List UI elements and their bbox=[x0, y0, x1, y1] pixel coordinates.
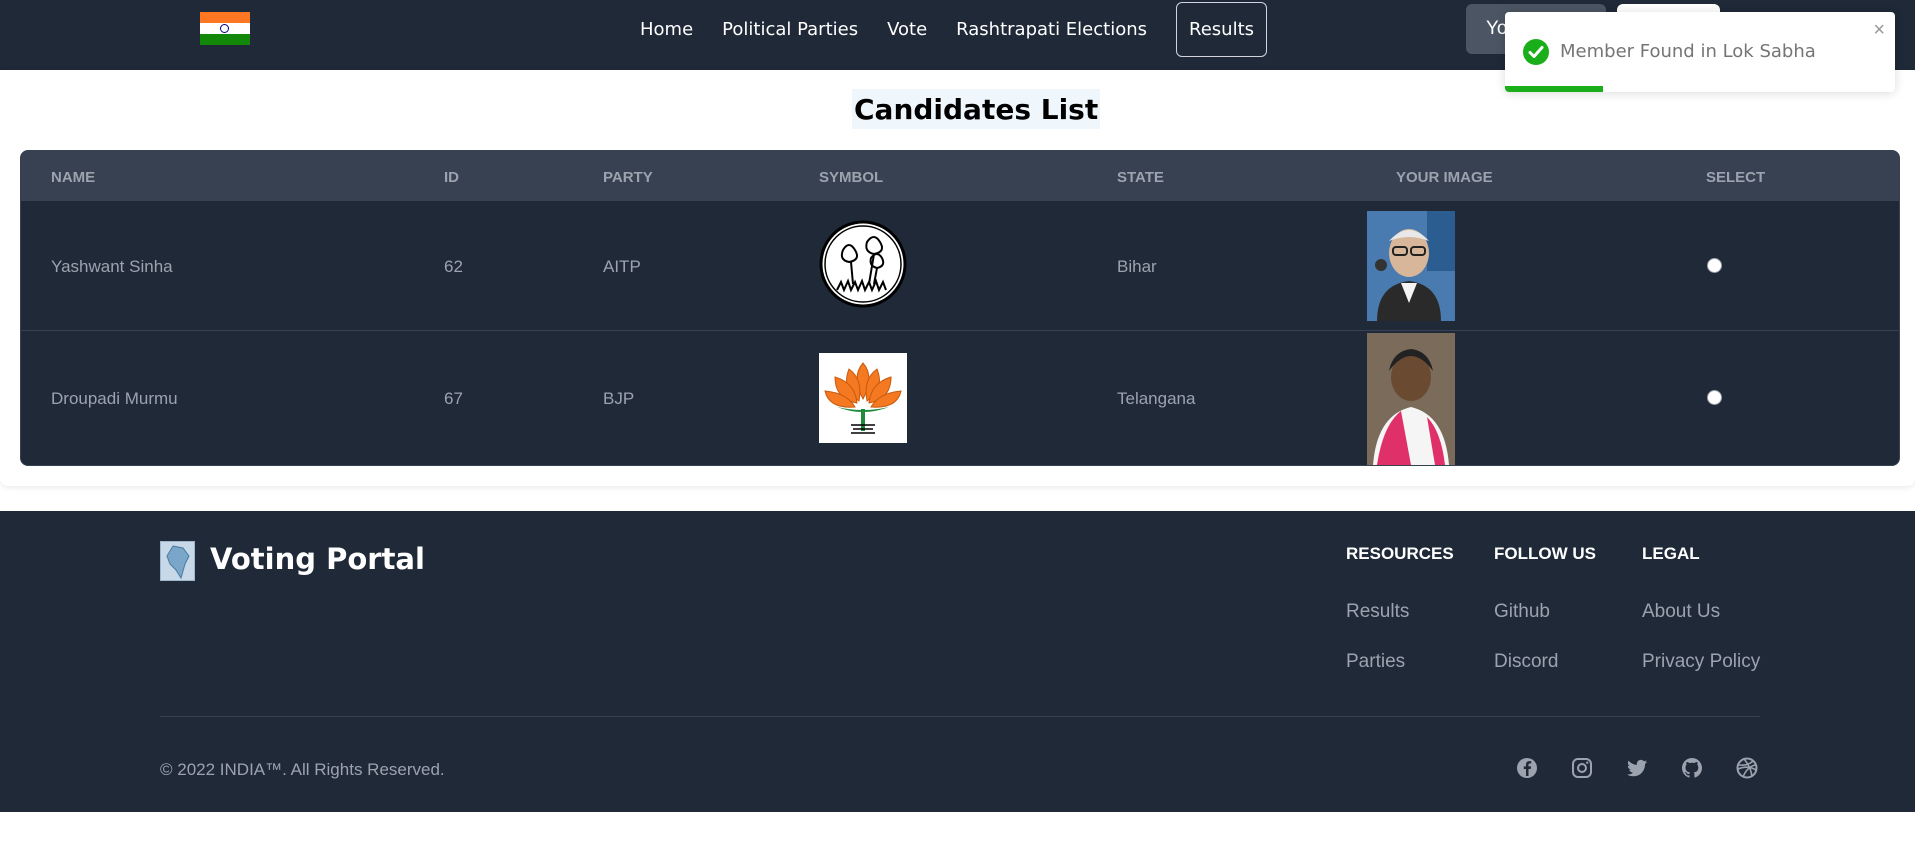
header-select: SELECT bbox=[1706, 169, 1766, 186]
nav-link-vote[interactable]: Vote bbox=[887, 19, 927, 40]
candidate-id: 62 bbox=[444, 257, 463, 276]
candidate-party: AITP bbox=[603, 257, 641, 276]
select-radio[interactable] bbox=[1707, 390, 1722, 405]
footer-heading: LEGAL bbox=[1642, 544, 1700, 563]
table-header: NAME ID PARTY SYMBOL STATE YOUR IMAGE SE… bbox=[21, 151, 1899, 201]
footer-link-parties[interactable]: Parties bbox=[1346, 651, 1454, 701]
footer-column-resources: RESOURCES Results Parties bbox=[1346, 544, 1454, 701]
dribbble-icon[interactable] bbox=[1735, 756, 1759, 780]
india-flag-icon[interactable] bbox=[200, 12, 250, 45]
header-party: PARTY bbox=[603, 169, 653, 186]
footer-link-privacy-policy[interactable]: Privacy Policy bbox=[1642, 651, 1760, 701]
table-row: Droupadi Murmu 67 BJP Telangana bbox=[21, 332, 1899, 465]
footer-column-legal: LEGAL About Us Privacy Policy bbox=[1642, 544, 1760, 701]
footer-link-about-us[interactable]: About Us bbox=[1642, 601, 1760, 651]
success-check-icon bbox=[1523, 39, 1549, 65]
facebook-icon[interactable] bbox=[1515, 756, 1539, 780]
candidate-state: Bihar bbox=[1117, 257, 1157, 276]
india-map-logo-icon bbox=[160, 541, 195, 581]
nav-link-rashtrapati-elections[interactable]: Rashtrapati Elections bbox=[956, 19, 1147, 40]
twin-flowers-symbol-icon bbox=[819, 220, 907, 308]
footer-heading: FOLLOW US bbox=[1494, 544, 1596, 563]
footer-divider bbox=[160, 716, 1760, 717]
header-id: ID bbox=[444, 169, 459, 186]
nav-links: Home Political Parties Vote Rashtrapati … bbox=[640, 0, 1268, 58]
lotus-symbol-icon bbox=[819, 353, 907, 443]
social-links bbox=[1515, 756, 1759, 780]
footer-heading: RESOURCES bbox=[1346, 544, 1454, 563]
header-your-image: YOUR IMAGE bbox=[1396, 169, 1493, 186]
close-icon[interactable]: × bbox=[1873, 20, 1885, 40]
footer-column-follow-us: FOLLOW US Github Discord bbox=[1494, 544, 1596, 701]
toast-notification: Member Found in Lok Sabha × bbox=[1505, 12, 1895, 92]
candidate-state: Telangana bbox=[1117, 389, 1196, 408]
candidate-name: Yashwant Sinha bbox=[51, 257, 173, 276]
toast-progress-bar bbox=[1505, 86, 1603, 92]
copyright-text: © 2022 INDIA™. All Rights Reserved. bbox=[160, 760, 445, 779]
select-radio[interactable] bbox=[1707, 258, 1722, 273]
candidate-name: Droupadi Murmu bbox=[51, 389, 178, 408]
github-icon[interactable] bbox=[1680, 756, 1704, 780]
instagram-icon[interactable] bbox=[1570, 756, 1594, 780]
nav-link-home[interactable]: Home bbox=[640, 19, 693, 40]
nav-link-results[interactable]: Results bbox=[1176, 1, 1268, 57]
candidate-photo bbox=[1367, 211, 1455, 321]
page-title: Candidates List bbox=[852, 89, 1101, 129]
footer-link-github[interactable]: Github bbox=[1494, 601, 1596, 651]
candidates-table: NAME ID PARTY SYMBOL STATE YOUR IMAGE SE… bbox=[20, 150, 1900, 466]
nav-link-political-parties[interactable]: Political Parties bbox=[722, 19, 858, 40]
footer-link-discord[interactable]: Discord bbox=[1494, 651, 1596, 701]
brand-name[interactable]: Voting Portal bbox=[210, 542, 425, 576]
header-state: STATE bbox=[1117, 169, 1164, 186]
candidate-party: BJP bbox=[603, 389, 635, 408]
header-symbol: SYMBOL bbox=[819, 169, 884, 186]
header-name: NAME bbox=[51, 169, 96, 186]
footer: Voting Portal RESOURCES Results Parties … bbox=[0, 511, 1915, 812]
twitter-icon[interactable] bbox=[1625, 756, 1649, 780]
table-row: Yashwant Sinha 62 AITP Bihar bbox=[21, 201, 1899, 331]
candidate-id: 67 bbox=[444, 389, 463, 408]
candidate-photo bbox=[1367, 333, 1455, 465]
toast-message: Member Found in Lok Sabha bbox=[1560, 41, 1816, 62]
page-bottom bbox=[0, 812, 1915, 849]
footer-link-results[interactable]: Results bbox=[1346, 601, 1454, 651]
